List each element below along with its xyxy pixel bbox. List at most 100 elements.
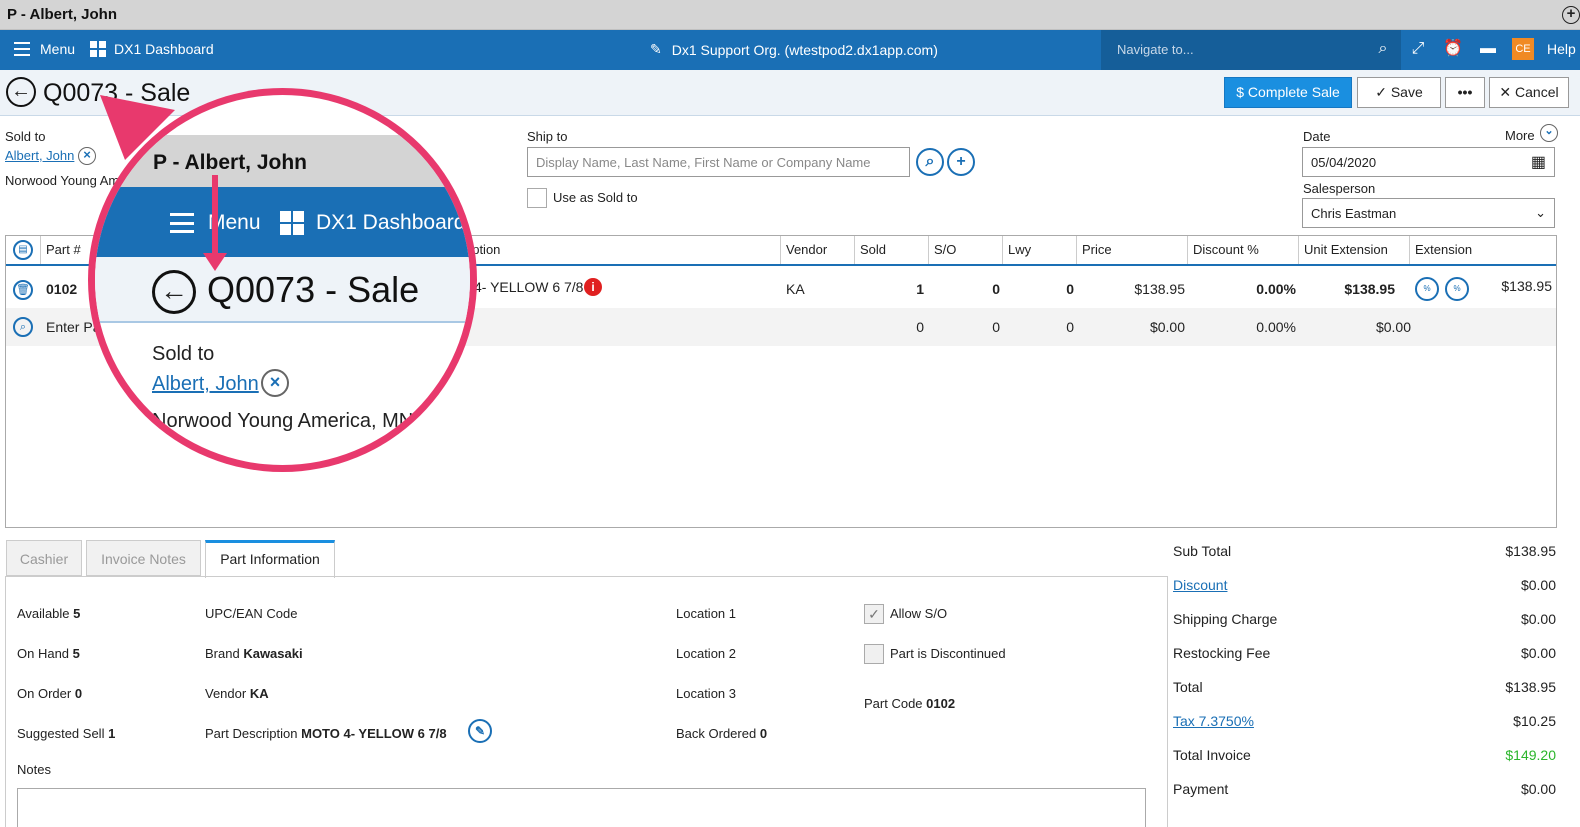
discontinued-label: Part is Discontinued (890, 646, 1006, 661)
shipping-label: Shipping Charge (1173, 611, 1278, 627)
cell-lwy[interactable]: 0 (1002, 281, 1074, 297)
location1-label: Location 1 (676, 606, 736, 621)
sold-to-name-link[interactable]: Albert, John (5, 148, 74, 163)
total-invoice-value: $149.20 (1505, 747, 1556, 763)
org-selector[interactable]: ✎ Dx1 Support Org. (wtestpod2.dx1app.com… (650, 41, 938, 58)
part-entry-input[interactable]: Enter Pa (46, 319, 100, 335)
edit-pencil-icon[interactable]: ✎ (468, 719, 492, 743)
col-description[interactable]: ription (460, 236, 780, 264)
dollar-circle-icon: $ (1236, 84, 1245, 100)
add-window-icon[interactable]: + (1562, 6, 1580, 24)
col-vendor[interactable]: Vendor (780, 236, 854, 264)
col-lwy[interactable]: Lwy (1002, 236, 1076, 264)
location3-label: Location 3 (676, 686, 736, 701)
entry-so: 0 (992, 319, 1000, 335)
tab-invoice-notes[interactable]: Invoice Notes (86, 540, 201, 576)
cell-price[interactable]: $138.95 (1076, 281, 1185, 297)
hamburger-icon (14, 42, 30, 56)
cancel-button[interactable]: ✕ Cancel (1489, 77, 1569, 108)
mag-arrow-shaft (212, 175, 218, 257)
payment-label: Payment (1173, 781, 1229, 797)
total-invoice-label: Total Invoice (1173, 747, 1251, 763)
delete-icon[interactable]: 🗑 (13, 280, 33, 300)
complete-sale-label: Complete Sale (1247, 84, 1340, 100)
total-label: Total (1173, 679, 1203, 695)
chevron-down-icon: ⌄ (1535, 205, 1546, 220)
dashboard-link[interactable]: DX1 Dashboard (90, 41, 214, 57)
save-button[interactable]: ✓ Save (1357, 77, 1441, 108)
tax-link[interactable]: Tax 7.3750% (1173, 713, 1254, 729)
cell-part[interactable]: 0102 (46, 281, 77, 297)
more-actions-button[interactable]: ••• (1445, 77, 1485, 108)
complete-sale-button[interactable]: $ Complete Sale (1224, 77, 1352, 108)
salesperson-label: Salesperson (1303, 181, 1376, 196)
add-customer-icon[interactable]: + (947, 148, 975, 176)
chat-icon[interactable]: ▬ (1477, 38, 1499, 60)
cancel-label: Cancel (1515, 84, 1559, 100)
dashboard-icon (90, 41, 106, 57)
date-field[interactable]: 05/04/2020 ▦ (1302, 147, 1555, 177)
org-label: Dx1 Support Org. (wtestpod2.dx1app.com) (671, 41, 938, 58)
entry-discount: 0.00% (1256, 319, 1296, 335)
discount-icon[interactable]: % (1415, 277, 1439, 301)
expand-icon[interactable]: ⤢ (1407, 38, 1429, 60)
mag-dashboard: DX1 Dashboard (280, 211, 465, 235)
search-customer-icon[interactable]: ⌕ (916, 148, 944, 176)
col-unit-extension[interactable]: Unit Extension (1298, 236, 1409, 264)
sold-to-label: Sold to (5, 129, 46, 144)
cell-discount[interactable]: 0.00% (1187, 281, 1296, 297)
calendar-icon[interactable]: ▦ (1531, 152, 1546, 172)
user-avatar[interactable]: CE (1512, 38, 1534, 60)
col-so[interactable]: S/O (928, 236, 1002, 264)
allow-so-checkbox[interactable]: ✓ (864, 604, 884, 624)
discount-link[interactable]: Discount (1173, 577, 1227, 593)
total-value: $138.95 (1505, 679, 1556, 695)
ship-to-input[interactable]: Display Name, Last Name, First Name or C… (527, 147, 910, 177)
col-extension[interactable]: Extension (1409, 236, 1556, 264)
notes-label: Notes (17, 762, 51, 777)
tab-part-information[interactable]: Part Information (205, 540, 335, 578)
info-icon[interactable]: i (584, 278, 602, 296)
cell-unit-extension: $138.95 (1344, 281, 1395, 297)
search-icon[interactable]: ⌕ (1372, 38, 1394, 60)
mag-dashboard-label: DX1 Dashboard (316, 211, 466, 234)
tab-cashier[interactable]: Cashier (6, 540, 82, 576)
col-sold[interactable]: Sold (854, 236, 928, 264)
col-discount[interactable]: Discount % (1187, 236, 1298, 264)
salesperson-select[interactable]: Chris Eastman ⌄ (1302, 198, 1555, 228)
mag-hamburger-icon (170, 213, 194, 233)
navigate-input[interactable]: Navigate to... (1101, 30, 1401, 70)
save-label: Save (1390, 84, 1423, 100)
clear-sold-to-icon[interactable]: × (78, 147, 96, 165)
alarm-clock-icon[interactable]: ⏰ (1442, 38, 1464, 60)
mag-dashboard-icon (280, 211, 304, 235)
back-arrow-icon[interactable]: ← (6, 77, 36, 107)
help-link[interactable]: Help (1547, 41, 1576, 57)
subtotal-label: Sub Total (1173, 543, 1232, 559)
chevron-down-icon[interactable]: ⌄ (1540, 124, 1558, 142)
more-toggle-label[interactable]: More (1505, 128, 1535, 143)
tax-icon[interactable]: % (1445, 277, 1469, 301)
menu-button[interactable]: Menu (14, 41, 75, 57)
suggested-sell-field: Suggested Sell 1 (17, 726, 116, 741)
mag-window-title: P - Albert, John (153, 151, 308, 174)
search-part-icon[interactable]: ⌕ (13, 317, 33, 337)
mag-address: Norwood Young America, MN (152, 410, 414, 432)
discount-value: $0.00 (1520, 577, 1556, 593)
mag-clear-icon: × (261, 369, 289, 397)
available-field: Available 5 (17, 606, 81, 621)
discontinued-checkbox[interactable] (864, 644, 884, 664)
onhand-field: On Hand 5 (17, 646, 80, 661)
use-as-sold-to-checkbox[interactable] (527, 188, 547, 208)
magnifier-callout: P - Albert, John Menu DX1 Dashboard ← Q0… (90, 90, 475, 470)
notes-textarea[interactable] (17, 788, 1146, 827)
grid-settings-icon[interactable]: ▤ (13, 240, 33, 260)
cell-so[interactable]: 0 (928, 281, 1000, 297)
menu-label: Menu (40, 41, 76, 57)
cell-vendor: KA (786, 281, 805, 297)
cell-extension: $138.95 (1501, 278, 1552, 294)
cell-sold[interactable]: 1 (854, 281, 924, 297)
mag-page-title: Q0073 - Sale (207, 269, 420, 310)
tax-value: $10.25 (1513, 713, 1556, 729)
col-price[interactable]: Price (1076, 236, 1187, 264)
